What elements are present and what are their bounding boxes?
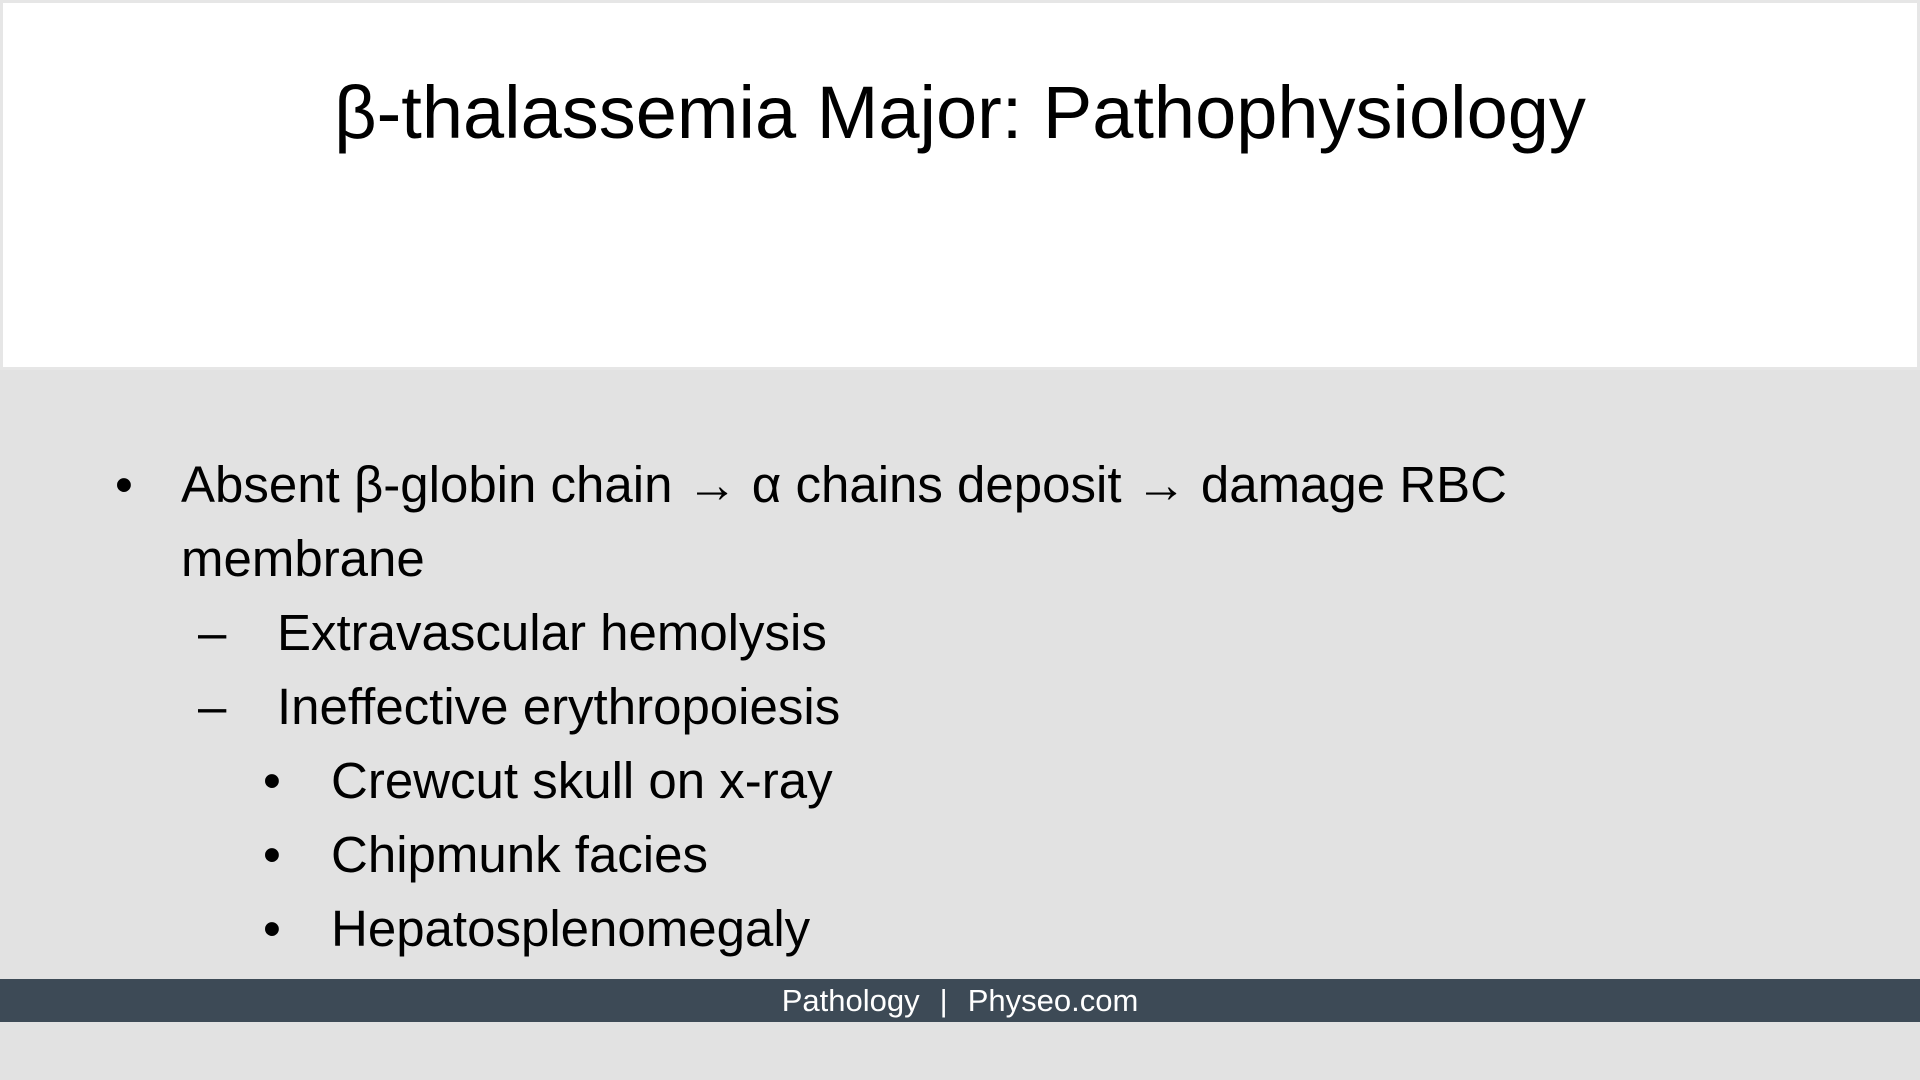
bullet-level3: • Chipmunk facies	[110, 818, 1670, 892]
bullet-text: Hepatosplenomegaly	[331, 900, 811, 957]
slide: β-thalassemia Major: Pathophysiology • A…	[0, 0, 1920, 1080]
bullet-level3: • Crewcut skull on x-ray	[110, 744, 1670, 818]
title-area: β-thalassemia Major: Pathophysiology	[0, 0, 1920, 370]
bullet-text: Crewcut skull on x-ray	[331, 752, 833, 809]
footer-site: Physeo.com	[967, 982, 1139, 1018]
bullet-text: Ineffective erythropoiesis	[277, 678, 841, 735]
bullet-text: Absent β-globin chain → α chains deposit…	[181, 456, 1507, 587]
footer-subject: Pathology	[781, 982, 920, 1018]
bullet-text: Extravascular hemolysis	[277, 604, 827, 661]
bullet-level1: • Absent β-globin chain → α chains depos…	[110, 448, 1670, 596]
slide-body: • Absent β-globin chain → α chains depos…	[110, 448, 1670, 966]
footer-separator: |	[939, 982, 948, 1018]
dash-marker: –	[198, 678, 227, 735]
bullet-marker: •	[263, 752, 281, 809]
bullet-text: Chipmunk facies	[331, 826, 708, 883]
bullet-level2: – Extravascular hemolysis	[110, 596, 1670, 670]
dash-marker: –	[198, 604, 227, 661]
footer-bar: Pathology | Physeo.com	[0, 979, 1920, 1022]
bullet-marker: •	[263, 900, 281, 957]
bullet-level3: • Hepatosplenomegaly	[110, 892, 1670, 966]
slide-title: β-thalassemia Major: Pathophysiology	[334, 71, 1586, 154]
bullet-level2: – Ineffective erythropoiesis	[110, 670, 1670, 744]
bullet-marker: •	[263, 826, 281, 883]
bullet-marker: •	[115, 456, 133, 513]
